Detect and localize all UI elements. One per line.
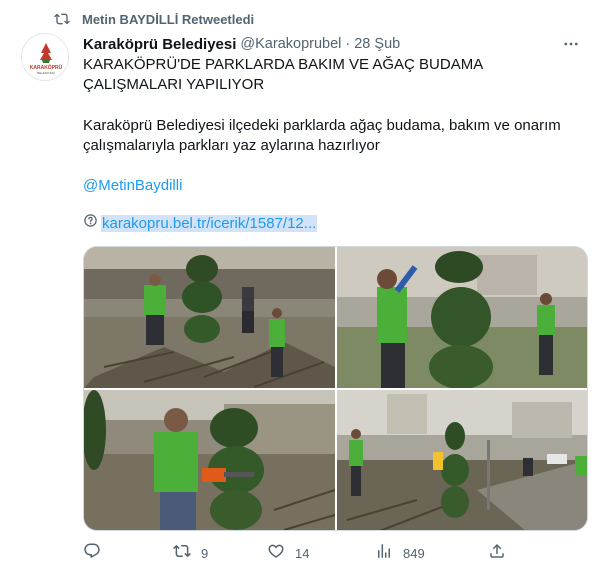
tweet-title: KARAKÖPRÜ'DE PARKLARDA BAKIM VE AĞAÇ BUD… <box>83 56 483 93</box>
retweet-action-icon <box>173 542 191 565</box>
municipality-logo: KARAKÖPRÜ BELEDİYESİ <box>22 34 68 80</box>
photo-chainsaw[interactable] <box>84 390 335 530</box>
tweet-description: Karaköprü Belediyesi ilçedeki parklarda … <box>83 117 561 154</box>
separator-dot: · <box>345 36 351 52</box>
retweeted-by-label[interactable]: Metin BAYDİLLİ Retweetledi <box>82 12 254 27</box>
retweet-icon <box>54 11 70 27</box>
tweet-timestamp[interactable]: 28 Şub <box>354 36 400 52</box>
like-count: 14 <box>295 545 310 561</box>
media-grid <box>83 246 588 531</box>
logo-text: KARAKÖPRÜ <box>30 64 63 71</box>
user-handle[interactable]: @Karakoprubel <box>240 36 341 52</box>
avatar[interactable]: KARAKÖPRÜ BELEDİYESİ <box>21 33 69 81</box>
mention-link[interactable]: @MetinBaydilli <box>83 176 583 196</box>
reply-icon <box>83 542 101 565</box>
retweet-header[interactable]: Metin BAYDİLLİ Retweetledi <box>54 10 254 28</box>
share-button[interactable] <box>488 543 516 563</box>
photo-pruning-1[interactable] <box>84 247 335 388</box>
views-button[interactable]: 849 <box>375 543 425 563</box>
logo-subtext: BELEDİYESİ <box>37 70 55 75</box>
like-button[interactable]: 14 <box>267 543 309 563</box>
photo-park-workers[interactable] <box>337 390 587 530</box>
link-icon <box>83 213 98 233</box>
share-icon <box>488 542 506 565</box>
photo-pruning-2[interactable] <box>337 247 587 388</box>
view-count: 849 <box>403 545 425 561</box>
analytics-icon <box>375 542 393 565</box>
retweet-button[interactable]: 9 <box>173 543 208 563</box>
display-name[interactable]: Karaköprü Belediyesi <box>83 36 236 53</box>
reply-button[interactable] <box>83 543 111 563</box>
more-options-icon[interactable] <box>561 34 581 54</box>
external-link[interactable]: karakopru.bel.tr/icerik/1587/12... <box>101 214 318 232</box>
retweet-count: 9 <box>201 545 209 561</box>
tweet-header: Karaköprü Belediyesi @Karakoprubel · 28 … <box>83 34 581 54</box>
link-row[interactable]: karakopru.bel.tr/icerik/1587/12... <box>83 213 318 233</box>
heart-icon <box>267 542 285 565</box>
tweet-action-bar: 9 14 849 <box>83 543 513 563</box>
